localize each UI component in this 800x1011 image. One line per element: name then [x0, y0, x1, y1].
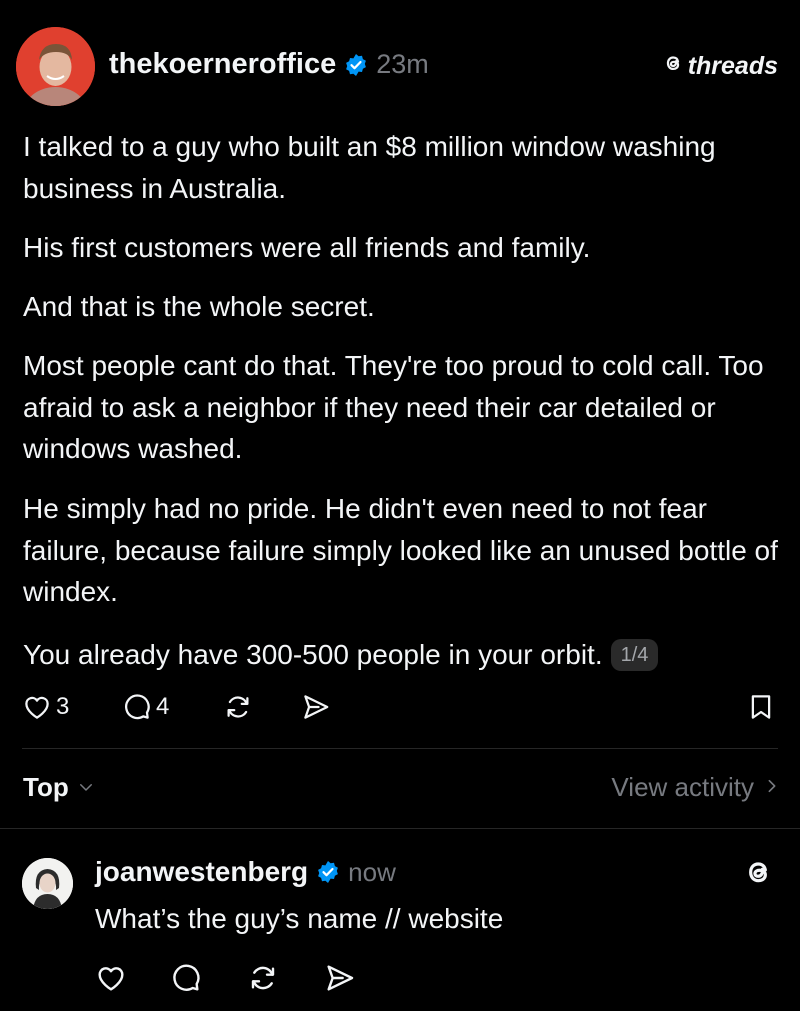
- post-paragraph-wrap: He simply had no pride. He didn't even n…: [23, 488, 783, 613]
- post-paragraph: I talked to a guy who built an $8 millio…: [23, 131, 716, 204]
- heart-icon: [95, 962, 127, 994]
- comment-icon: [122, 692, 152, 722]
- share-icon: [323, 962, 357, 994]
- repost-icon: [246, 962, 280, 994]
- reply-share-button[interactable]: [323, 962, 357, 994]
- share-button[interactable]: [300, 692, 332, 722]
- post-last-line: You already have 300-500 people in your …: [23, 634, 783, 676]
- reply-comment-button[interactable]: [170, 962, 202, 994]
- threads-logo-icon: [662, 52, 684, 81]
- reply-username[interactable]: joanwestenberg: [95, 856, 308, 888]
- reply-count: 4: [156, 693, 170, 720]
- chevron-down-icon: [77, 772, 95, 803]
- threads-wordmark: threads: [687, 52, 778, 80]
- sort-dropdown[interactable]: Top: [23, 772, 95, 803]
- repost-icon: [222, 692, 254, 722]
- post-paragraph-wrap: His first customers were all friends and…: [23, 227, 783, 269]
- reply-button[interactable]: 4: [122, 692, 169, 722]
- post-time: 23m: [376, 49, 429, 79]
- author-avatar[interactable]: [16, 27, 95, 106]
- post-body: I talked to a guy who built an $8 millio…: [23, 126, 783, 209]
- threads-brand[interactable]: threads: [662, 52, 778, 81]
- heart-icon: [22, 692, 52, 722]
- post-paragraph: He simply had no pride. He didn't even n…: [23, 493, 778, 607]
- post-paragraph: His first customers were all friends and…: [23, 232, 591, 263]
- view-activity-label: View activity: [611, 772, 754, 802]
- author-username[interactable]: thekoerneroffice: [109, 48, 336, 81]
- repost-button[interactable]: [222, 692, 254, 722]
- reply-header: joanwestenberg now: [95, 856, 396, 888]
- post-paragraph: You already have 300-500 people in your …: [23, 639, 603, 670]
- bookmark-icon: [746, 692, 776, 722]
- threads-logo-icon[interactable]: [742, 856, 774, 893]
- reply-text: What’s the guy’s name // website: [95, 903, 504, 934]
- chevron-right-icon: [764, 772, 780, 803]
- post-paragraph: And that is the whole secret.: [23, 291, 375, 322]
- post-paragraph-wrap: And that is the whole secret.: [23, 286, 783, 328]
- sort-label: Top: [23, 772, 69, 802]
- bookmark-button[interactable]: [746, 692, 776, 722]
- post-paragraph-wrap: You already have 300-500 people in your …: [23, 634, 783, 676]
- reply-time: now: [348, 856, 396, 887]
- like-button[interactable]: 3: [22, 692, 69, 722]
- page-indicator[interactable]: 1/4: [610, 639, 659, 671]
- verified-badge-icon: [344, 53, 368, 77]
- divider: [0, 828, 800, 829]
- reply-repost-button[interactable]: [246, 962, 280, 994]
- post-header: thekoerneroffice 23m: [109, 48, 429, 81]
- view-activity-link[interactable]: View activity: [611, 772, 780, 803]
- verified-badge-icon: [316, 860, 340, 884]
- post-paragraph-wrap: Most people cant do that. They're too pr…: [23, 345, 783, 470]
- comment-icon: [170, 962, 202, 994]
- reply-like-button[interactable]: [95, 962, 127, 994]
- like-count: 3: [56, 693, 70, 720]
- divider: [22, 748, 778, 749]
- post-paragraph: Most people cant do that. They're too pr…: [23, 350, 764, 464]
- reply-author-avatar[interactable]: [22, 858, 73, 909]
- share-icon: [300, 692, 332, 722]
